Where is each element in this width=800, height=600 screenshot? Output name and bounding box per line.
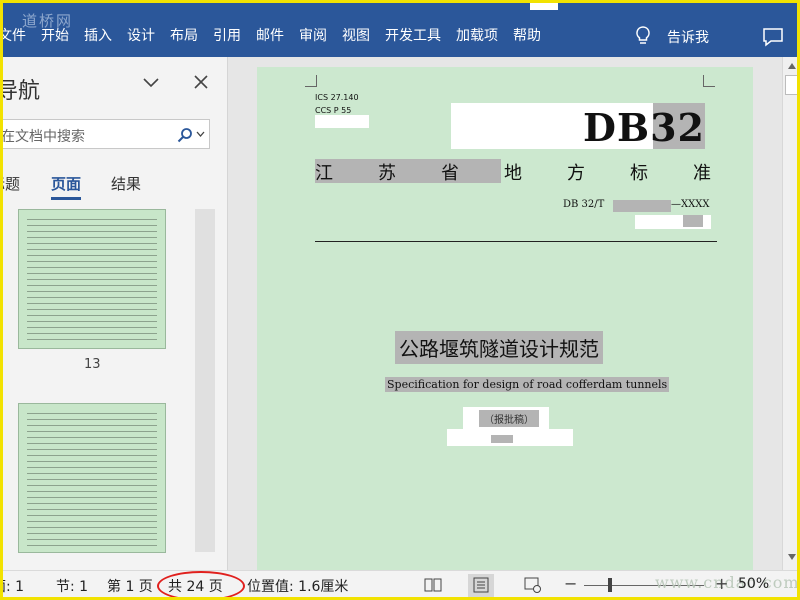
tab-design[interactable]: 设计 — [127, 25, 155, 45]
tab-insert[interactable]: 插入 — [84, 25, 112, 45]
province-char: 苏 — [378, 163, 396, 184]
tab-results[interactable]: 结果 — [111, 173, 141, 194]
zoom-level[interactable]: 50% — [738, 576, 769, 592]
zoom-slider-knob[interactable] — [608, 578, 612, 592]
tab-developer[interactable]: 开发工具 — [385, 25, 441, 45]
print-layout-icon[interactable] — [472, 577, 490, 593]
draft-label: （报批稿） — [479, 410, 539, 427]
draft-label-box: （报批稿） — [463, 407, 549, 429]
search-dropdown-icon[interactable] — [196, 131, 205, 138]
status-page[interactable]: 页面: 1 — [0, 576, 24, 596]
tab-file[interactable]: 文件 — [0, 25, 26, 45]
document-area: ICS 27.140 CCS P 55 DB32 江 苏 省 地 方 标 准 D… — [229, 57, 782, 570]
search-box[interactable]: 在文档中搜索 — [0, 119, 210, 149]
zoom-in-icon[interactable]: + — [715, 574, 728, 593]
tab-help[interactable]: 帮助 — [513, 25, 541, 45]
ics-code: ICS 27.140 — [315, 93, 359, 102]
page-thumbnail[interactable] — [18, 209, 166, 349]
navigation-pane: 导航 在文档中搜索 标题 页面 结果 13 — [0, 57, 228, 570]
thumbnail-text-lines — [27, 216, 157, 342]
status-section[interactable]: 节: 1 — [56, 576, 88, 596]
search-icon[interactable] — [177, 127, 193, 143]
province-char: 地 — [504, 163, 522, 184]
status-bar: 页面: 1 节: 1 第 1 页 共 24 页 位置值: 1.6厘米 − www… — [0, 570, 800, 600]
document-title-cn: 公路堰筑隧道设计规范 — [395, 331, 603, 364]
status-position[interactable]: 位置值: 1.6厘米 — [247, 576, 348, 596]
ribbon-bar: 道桥网 文件 开始 插入 设计 布局 引用 邮件 审阅 视图 开发工具 加载项 … — [0, 0, 800, 57]
crop-mark — [305, 75, 317, 87]
tab-review[interactable]: 审阅 — [299, 25, 327, 45]
standard-number-suffix: —XXXX — [671, 199, 710, 210]
crop-mark — [703, 75, 715, 87]
page-thumbnail[interactable] — [18, 403, 166, 553]
tab-mailings[interactable]: 邮件 — [256, 25, 284, 45]
province-char: 方 — [567, 163, 585, 184]
province-char: 省 — [441, 163, 459, 184]
thumbnail-page-number: 13 — [84, 357, 101, 372]
read-mode-icon[interactable] — [424, 577, 442, 593]
scroll-up-icon[interactable] — [788, 63, 796, 69]
title-bar-white-block — [530, 0, 558, 10]
comment-icon[interactable] — [762, 27, 784, 47]
classification-codes: ICS 27.140 CCS P 55 — [315, 91, 359, 117]
ribbon-tabs: 文件 开始 插入 设计 布局 引用 邮件 审阅 视图 开发工具 加载项 帮助 — [0, 22, 556, 48]
tab-pages[interactable]: 页面 — [51, 173, 81, 194]
chevron-down-icon[interactable] — [142, 77, 160, 89]
vertical-scrollbar[interactable] — [782, 57, 800, 570]
active-tab-indicator — [51, 197, 81, 200]
status-page-of[interactable]: 第 1 页 — [107, 576, 153, 596]
tell-me-label[interactable]: 告诉我 — [667, 27, 709, 47]
standard-code: DB32 — [583, 105, 705, 150]
tab-home[interactable]: 开始 — [41, 25, 69, 45]
close-icon[interactable] — [194, 75, 208, 89]
nav-scrollbar[interactable] — [195, 209, 215, 552]
document-page[interactable]: ICS 27.140 CCS P 55 DB32 江 苏 省 地 方 标 准 D… — [257, 67, 753, 570]
tab-view[interactable]: 视图 — [342, 25, 370, 45]
search-input[interactable]: 在文档中搜索 — [1, 126, 85, 146]
province-char: 标 — [630, 163, 648, 184]
tab-references[interactable]: 引用 — [213, 25, 241, 45]
highlight-box — [491, 435, 513, 443]
tab-addins[interactable]: 加载项 — [456, 25, 498, 45]
highlight-oval — [157, 571, 245, 600]
highlight-box — [683, 215, 703, 227]
highlight-box — [613, 200, 671, 212]
province-char: 准 — [693, 163, 711, 184]
zoom-out-icon[interactable]: − — [564, 574, 577, 593]
province-char: 江 — [315, 163, 333, 184]
web-layout-icon[interactable] — [524, 577, 542, 593]
thumbnail-text-lines — [27, 410, 157, 546]
standard-type: 江 苏 省 地 方 标 准 — [315, 159, 711, 185]
document-title-en: Specification for design of road cofferd… — [385, 377, 670, 392]
tab-layout[interactable]: 布局 — [170, 25, 198, 45]
redaction-box — [315, 115, 369, 128]
header-rule — [315, 241, 717, 242]
nav-title: 导航 — [0, 79, 41, 104]
scroll-down-icon[interactable] — [788, 554, 796, 560]
scroll-thumb[interactable] — [785, 75, 798, 95]
lightbulb-icon[interactable] — [633, 25, 653, 47]
tab-headings[interactable]: 标题 — [0, 173, 20, 194]
standard-number: DB 32/T — [563, 199, 605, 210]
